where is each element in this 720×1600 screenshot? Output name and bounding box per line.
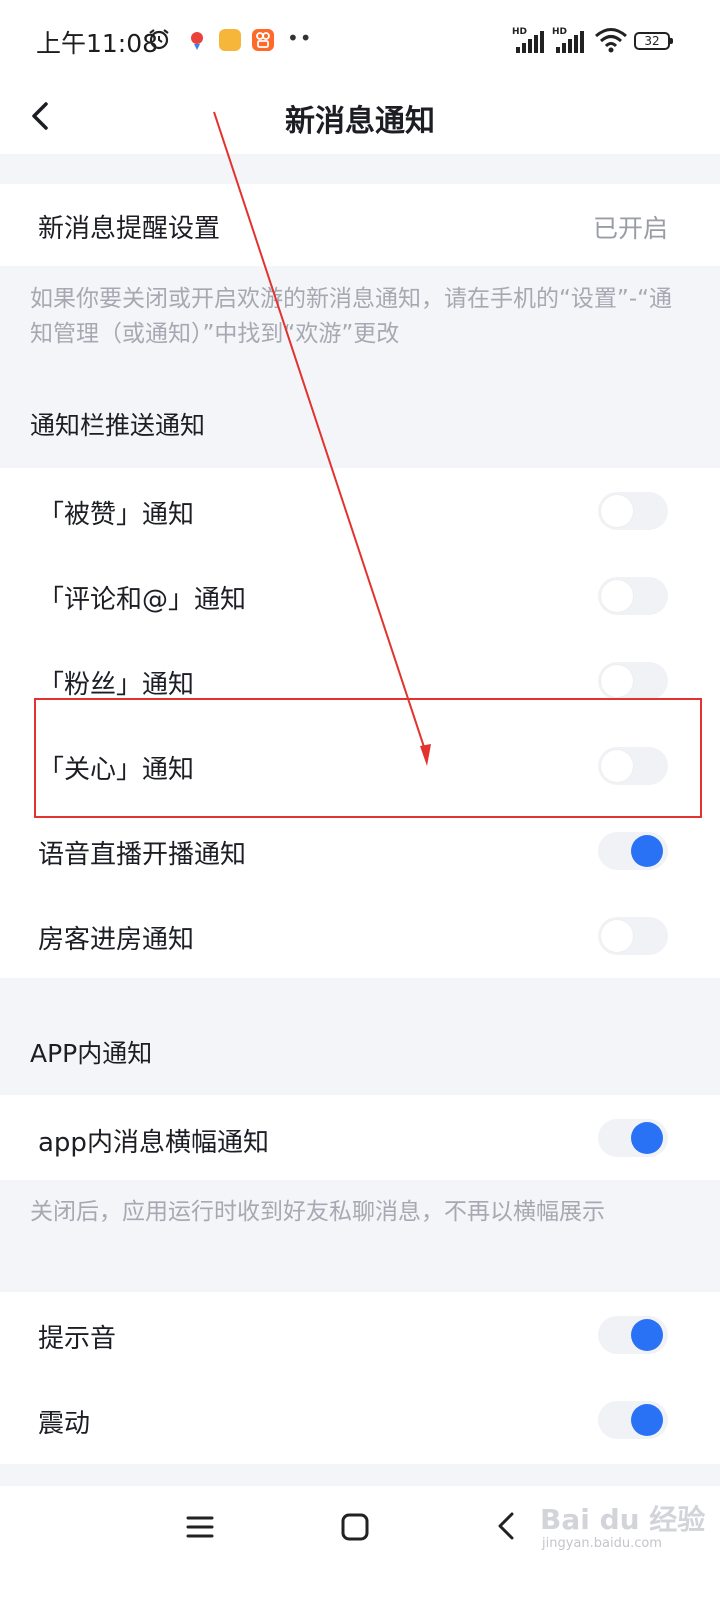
notes-app-icon bbox=[219, 29, 241, 51]
battery-indicator: 32 bbox=[634, 32, 673, 50]
banner-notification-toggle[interactable] bbox=[598, 1119, 668, 1157]
menu-icon[interactable] bbox=[183, 1510, 217, 1544]
push-item-label: 语音直播开播通知 bbox=[38, 840, 247, 870]
system-back-icon[interactable] bbox=[490, 1508, 524, 1544]
push-item-label: 「评论和@」通知 bbox=[38, 585, 247, 615]
app-section-title: APP内通知 bbox=[30, 1039, 153, 1068]
system-nav-bar: Bai du 经验 jingyan.baidu.com bbox=[0, 1486, 720, 1600]
status-bar: 上午11:08 •• HD HD 32 bbox=[0, 0, 720, 80]
video-app-icon bbox=[252, 29, 274, 51]
sound-label: 提示音 bbox=[38, 1324, 117, 1354]
push-item-label: 「粉丝」通知 bbox=[38, 670, 195, 700]
more-notifications-icon: •• bbox=[287, 26, 313, 50]
page-title: 新消息通知 bbox=[285, 104, 435, 139]
cell-signal-icon: HD bbox=[512, 27, 546, 53]
live-voice-toggle[interactable] bbox=[598, 832, 668, 870]
header-bar: 新消息通知 bbox=[0, 80, 720, 154]
banner-notification-label: app内消息横幅通知 bbox=[38, 1128, 269, 1158]
push-section-title: 通知栏推送通知 bbox=[30, 411, 206, 440]
reminder-status-value: 已开启 bbox=[592, 214, 668, 243]
baidu-watermark: Bai du 经验 jingyan.baidu.com bbox=[540, 1503, 706, 1551]
home-square-icon[interactable] bbox=[338, 1510, 372, 1544]
likes-toggle[interactable] bbox=[598, 492, 668, 530]
reminder-description: 如果你要关闭或开启欢游的新消息通知，请在手机的“设置”-“通知管理（或通知）”中… bbox=[30, 286, 673, 347]
map-pin-app-icon bbox=[186, 29, 208, 51]
status-time: 上午11:08 bbox=[36, 29, 159, 58]
alarm-clock-icon bbox=[149, 29, 169, 50]
banner-description: 关闭后，应用运行时收到好友私聊消息，不再以横幅展示 bbox=[30, 1199, 605, 1225]
reminder-setting-label: 新消息提醒设置 bbox=[38, 214, 221, 244]
push-item-label: 房客进房通知 bbox=[38, 925, 195, 955]
comments-toggle[interactable] bbox=[598, 577, 668, 615]
banner-notification-row: app内消息横幅通知 bbox=[0, 1095, 720, 1180]
cell-signal-icon: HD bbox=[552, 27, 586, 53]
sound-toggle[interactable] bbox=[598, 1316, 668, 1354]
room-guest-toggle[interactable] bbox=[598, 917, 668, 955]
push-item-label: 「被赞」通知 bbox=[38, 500, 195, 530]
reminder-setting-row[interactable]: 新消息提醒设置 已开启 bbox=[0, 184, 720, 266]
sound-vibration-list: 提示音 震动 bbox=[0, 1292, 720, 1464]
vibration-label: 震动 bbox=[38, 1409, 91, 1439]
fans-toggle[interactable] bbox=[598, 662, 668, 700]
vibration-toggle[interactable] bbox=[598, 1401, 668, 1439]
highlight-box bbox=[34, 698, 702, 818]
wifi-icon bbox=[595, 28, 627, 53]
